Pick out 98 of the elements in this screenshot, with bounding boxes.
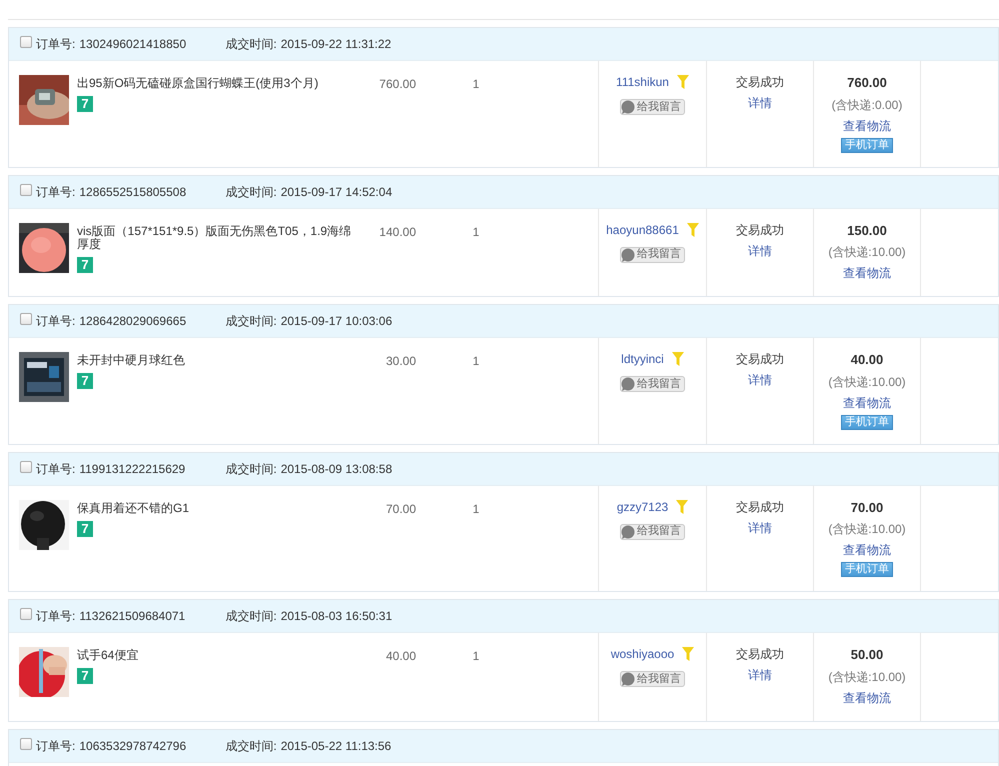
shipping-fee: (含快递:10.00) bbox=[828, 245, 906, 259]
product-title[interactable]: 出95新O码无磕碰原盒国行蝴蝶王(使用3个月) bbox=[77, 77, 357, 90]
order-time-label: 成交时间: bbox=[225, 608, 277, 625]
mobile-order-tag: 手机订单 bbox=[841, 414, 893, 430]
seven-day-return-badge: 7 bbox=[77, 256, 93, 272]
order-time-label: 成交时间: bbox=[225, 36, 277, 53]
message-button[interactable]: 给我留言 bbox=[620, 524, 685, 540]
checkbox[interactable] bbox=[20, 184, 32, 196]
paid-amount: 50.00 bbox=[850, 646, 884, 664]
unit-price: 140.00 bbox=[379, 224, 416, 238]
order-number-label: 订单号: bbox=[36, 460, 76, 478]
buyer-link[interactable]: woshiyaooo bbox=[610, 645, 674, 663]
quantity: 1 bbox=[472, 649, 480, 663]
order-number-label: 订单号: bbox=[36, 608, 76, 625]
filter-icon[interactable] bbox=[676, 75, 689, 89]
checkbox[interactable] bbox=[20, 460, 32, 472]
logistics-link[interactable]: 查看物流 bbox=[843, 266, 891, 280]
buyer-link[interactable]: ldtyyinci bbox=[621, 350, 664, 368]
checkbox[interactable] bbox=[20, 36, 32, 48]
order-time: 2015-09-17 10:03:06 bbox=[280, 313, 392, 330]
checkbox[interactable] bbox=[20, 738, 32, 750]
message-button[interactable]: 给我留言 bbox=[620, 671, 685, 687]
order-number: 1302496021418850 bbox=[79, 36, 188, 53]
quantity: 1 bbox=[472, 502, 480, 516]
shipping-fee: (含快递:10.00) bbox=[828, 522, 906, 536]
order-status: 交易成功 bbox=[735, 222, 785, 238]
product-title[interactable]: 试手64便宜 bbox=[77, 649, 357, 662]
message-button[interactable]: 给我留言 bbox=[620, 376, 685, 392]
chat-bubble-icon bbox=[621, 377, 635, 391]
order-time-label: 成交时间: bbox=[225, 313, 277, 330]
unit-price: 70.00 bbox=[386, 502, 416, 516]
seven-day-return-badge: 7 bbox=[77, 373, 93, 389]
paid-amount: 760.00 bbox=[846, 74, 888, 92]
chat-bubble-icon bbox=[621, 248, 635, 262]
order-time-label: 成交时间: bbox=[225, 460, 277, 478]
chat-bubble-icon bbox=[621, 100, 635, 114]
shipping-fee: (含快递:0.00) bbox=[832, 98, 902, 112]
checkbox[interactable] bbox=[20, 313, 32, 325]
order-number: 1286552515805508 bbox=[79, 184, 188, 200]
order-time: 2015-09-22 11:31:22 bbox=[280, 36, 392, 53]
order-status: 交易成功 bbox=[735, 646, 785, 663]
details-link[interactable]: 详情 bbox=[748, 668, 772, 682]
order-number: 1063532978742796 bbox=[79, 738, 188, 754]
filter-icon[interactable] bbox=[676, 500, 688, 514]
paid-amount: 40.00 bbox=[850, 351, 884, 369]
order-time: 2015-08-03 16:50:31 bbox=[280, 608, 392, 625]
order-time: 2015-05-22 11:13:56 bbox=[280, 738, 392, 754]
details-link[interactable]: 详情 bbox=[748, 373, 772, 387]
product-title[interactable]: 保真用着还不错的G1 bbox=[77, 502, 357, 514]
buyer-link[interactable]: 111shikun bbox=[616, 73, 669, 91]
order-number: 1199131222215629 bbox=[79, 460, 186, 478]
mobile-order-tag: 手机订单 bbox=[841, 138, 893, 152]
order-time-label: 成交时间: bbox=[225, 184, 277, 200]
shipping-fee: (含快递:10.00) bbox=[828, 670, 906, 684]
logistics-link[interactable]: 查看物流 bbox=[843, 396, 891, 410]
filter-icon[interactable] bbox=[686, 222, 699, 236]
order-number: 1286428029069665 bbox=[79, 313, 188, 330]
filter-icon[interactable] bbox=[682, 647, 694, 661]
paid-amount: 70.00 bbox=[850, 498, 884, 516]
seven-day-return-badge: 7 bbox=[77, 668, 93, 684]
logistics-link[interactable]: 查看物流 bbox=[843, 543, 891, 557]
order-number-label: 订单号: bbox=[36, 313, 76, 330]
product-title[interactable]: vis版面（157*151*9.5）版面无伤黑色T05，1.9海绵厚度 bbox=[77, 224, 357, 250]
seven-day-return-badge: 7 bbox=[77, 96, 93, 112]
order-number-label: 订单号: bbox=[36, 184, 76, 200]
quantity: 1 bbox=[472, 354, 480, 368]
logistics-link[interactable]: 查看物流 bbox=[843, 690, 891, 704]
paid-amount: 150.00 bbox=[846, 222, 888, 240]
chat-bubble-icon bbox=[621, 672, 635, 686]
details-link[interactable]: 详情 bbox=[748, 96, 772, 110]
product-title[interactable]: 未开封中硬月球红色 bbox=[77, 354, 357, 367]
order-time-label: 成交时间: bbox=[225, 738, 277, 754]
details-link[interactable]: 详情 bbox=[748, 244, 772, 258]
order-time: 2015-08-09 13:08:58 bbox=[280, 460, 392, 478]
unit-price: 760.00 bbox=[379, 77, 416, 91]
order-status: 交易成功 bbox=[735, 498, 785, 516]
order-number-label: 订单号: bbox=[36, 36, 76, 53]
order-status: 交易成功 bbox=[735, 351, 785, 368]
order-number-label: 订单号: bbox=[36, 738, 76, 754]
quantity: 1 bbox=[472, 77, 480, 91]
logistics-link[interactable]: 查看物流 bbox=[843, 118, 891, 132]
chat-bubble-icon bbox=[621, 524, 635, 538]
seven-day-return-badge: 7 bbox=[77, 520, 93, 536]
buyer-link[interactable]: haoyun88661 bbox=[606, 220, 679, 238]
order-time: 2015-09-17 14:52:04 bbox=[280, 184, 392, 200]
unit-price: 30.00 bbox=[386, 354, 416, 368]
message-button[interactable]: 给我留言 bbox=[620, 246, 685, 262]
checkbox[interactable] bbox=[20, 608, 32, 620]
buyer-link[interactable]: gzzy7123 bbox=[616, 498, 668, 516]
shipping-fee: (含快递:10.00) bbox=[828, 374, 906, 388]
order-number: 1132621509684071 bbox=[79, 608, 186, 625]
quantity: 1 bbox=[472, 224, 480, 238]
filter-icon[interactable] bbox=[672, 352, 684, 366]
unit-price: 40.00 bbox=[386, 649, 416, 663]
details-link[interactable]: 详情 bbox=[748, 520, 772, 534]
order-status: 交易成功 bbox=[735, 74, 785, 91]
message-button[interactable]: 给我留言 bbox=[620, 99, 685, 115]
mobile-order-tag: 手机订单 bbox=[841, 562, 893, 577]
